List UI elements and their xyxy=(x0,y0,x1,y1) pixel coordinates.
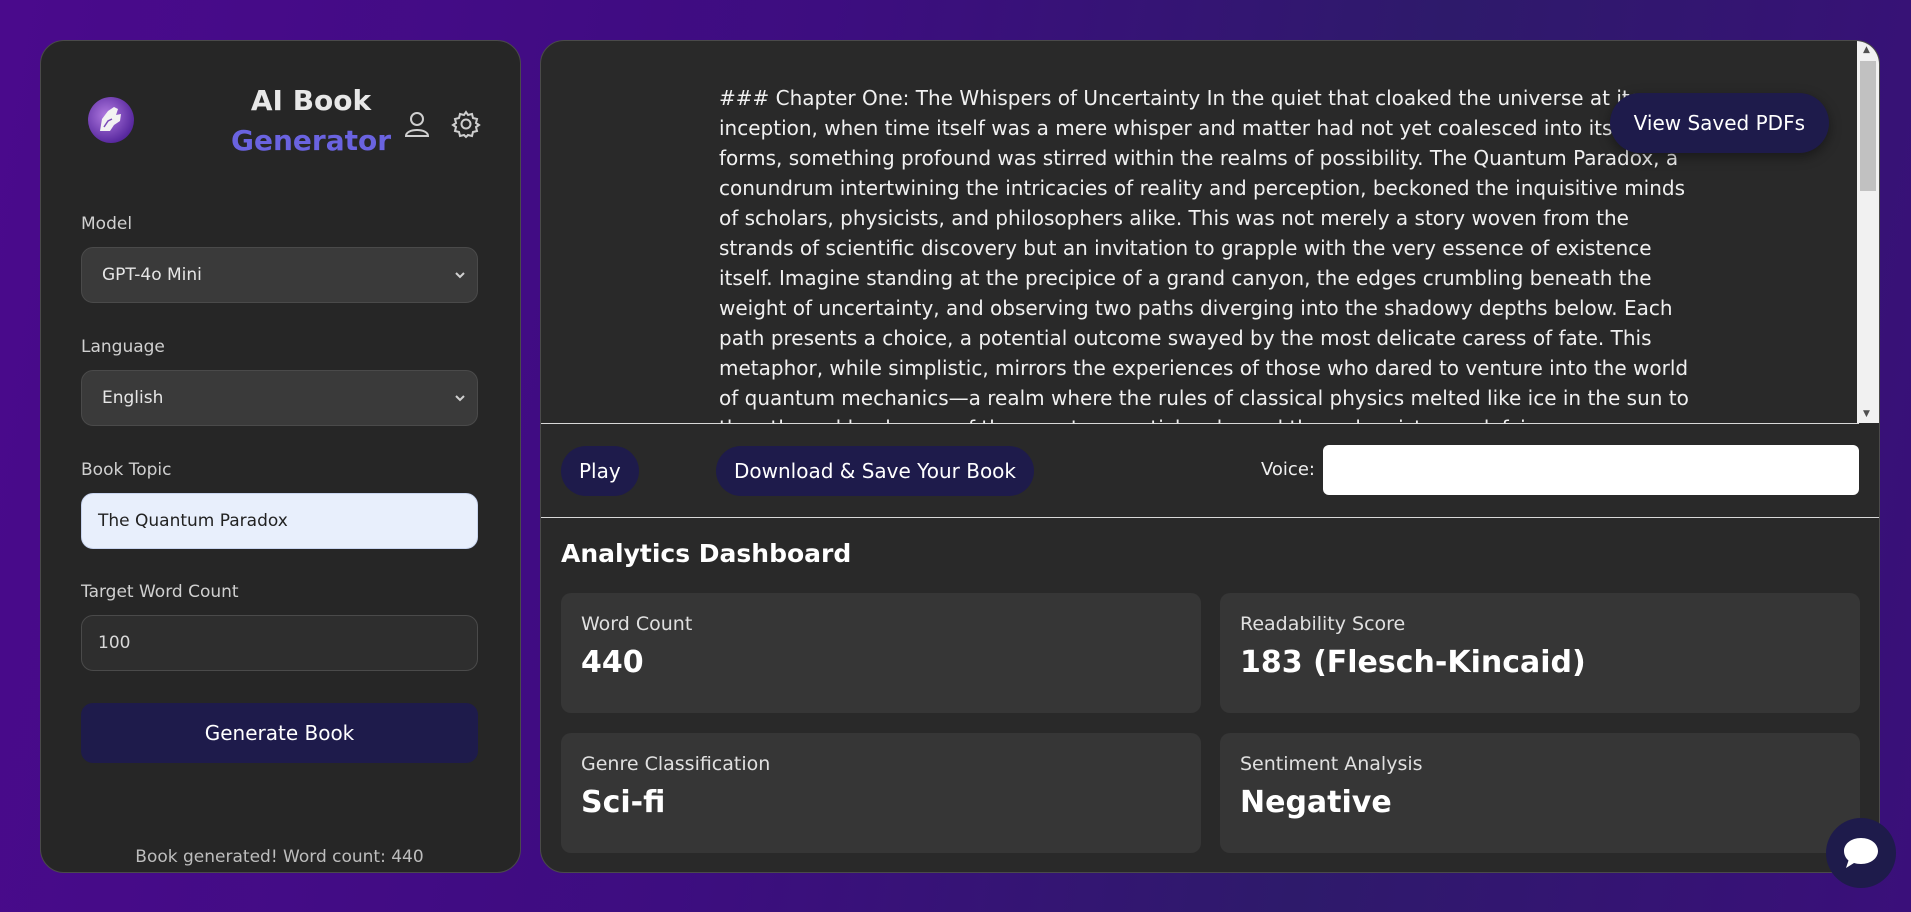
language-select[interactable]: English xyxy=(81,370,478,426)
divider xyxy=(541,517,1879,518)
scroll-down-icon[interactable]: ▼ xyxy=(1863,409,1870,419)
voice-label: Voice: xyxy=(1261,459,1315,480)
card-value: Negative xyxy=(1240,785,1392,820)
play-button[interactable]: Play xyxy=(561,446,639,496)
chevron-down-icon xyxy=(455,395,465,402)
gear-icon[interactable] xyxy=(451,109,481,139)
scrollbar-thumb[interactable] xyxy=(1860,61,1876,191)
readability-card: Readability Score 183 (Flesch-Kincaid) xyxy=(1220,593,1860,713)
card-label: Sentiment Analysis xyxy=(1240,753,1423,775)
voice-input[interactable] xyxy=(1323,445,1859,495)
status-message: Book generated! Word count: 440 xyxy=(135,847,424,867)
card-value: 183 (Flesch-Kincaid) xyxy=(1240,645,1586,680)
model-label: Model xyxy=(81,214,133,234)
view-saved-pdfs-button[interactable]: View Saved PDFs xyxy=(1609,93,1829,153)
sentiment-card: Sentiment Analysis Negative xyxy=(1220,733,1860,853)
book-topic-label: Book Topic xyxy=(81,460,172,480)
app-title-line1: AI Book xyxy=(250,84,372,117)
book-text: ### Chapter One: The Whispers of Uncerta… xyxy=(719,86,1689,423)
app-title-line2: Generator xyxy=(230,124,392,157)
model-select-value: GPT-4o Mini xyxy=(102,265,202,285)
word-count-card: Word Count 440 xyxy=(561,593,1201,713)
analytics-title: Analytics Dashboard xyxy=(561,539,852,568)
generate-book-button[interactable]: Generate Book xyxy=(81,703,478,763)
card-label: Readability Score xyxy=(1240,613,1406,635)
main-panel: ### Chapter One: The Whispers of Uncerta… xyxy=(540,40,1880,873)
book-topic-input[interactable]: The Quantum Paradox xyxy=(81,493,478,549)
language-select-value: English xyxy=(102,388,164,408)
chevron-down-icon xyxy=(455,272,465,279)
user-icon[interactable] xyxy=(402,109,432,139)
download-save-button[interactable]: Download & Save Your Book xyxy=(716,446,1035,496)
word-count-input[interactable]: 100 xyxy=(81,615,478,671)
card-value: Sci-fi xyxy=(581,785,666,820)
language-label: Language xyxy=(81,337,165,357)
chat-bubble-icon xyxy=(1844,838,1878,868)
sidebar: AI Book Generator Model GPT-4o Mini Lang… xyxy=(40,40,521,873)
model-select[interactable]: GPT-4o Mini xyxy=(81,247,478,303)
card-value: 440 xyxy=(581,645,644,680)
genre-card: Genre Classification Sci-fi xyxy=(561,733,1201,853)
divider xyxy=(541,423,1859,424)
app-title: AI Book Generator xyxy=(191,81,431,161)
app-logo xyxy=(88,97,134,143)
scrollbar[interactable]: ▲ ▼ xyxy=(1857,41,1879,423)
word-count-value: 100 xyxy=(98,633,131,653)
card-label: Genre Classification xyxy=(581,753,771,775)
chat-button[interactable] xyxy=(1826,818,1896,888)
card-label: Word Count xyxy=(581,613,693,635)
book-topic-value: The Quantum Paradox xyxy=(98,511,288,531)
word-count-label: Target Word Count xyxy=(81,582,239,602)
scroll-up-icon[interactable]: ▲ xyxy=(1863,45,1870,55)
